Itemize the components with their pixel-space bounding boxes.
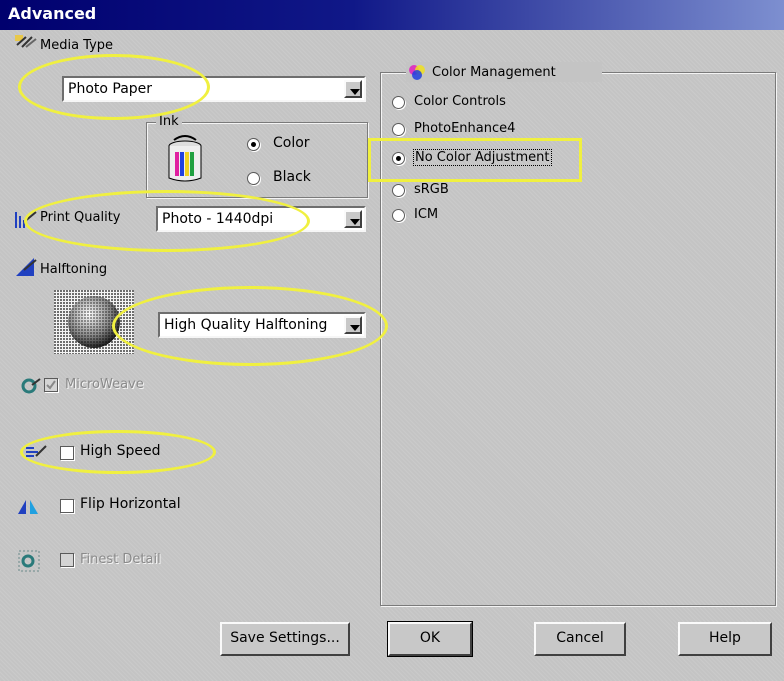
radio-color-controls[interactable] (392, 96, 405, 109)
ink-cartridge-icon (166, 132, 204, 184)
ink-group-label: Ink (156, 114, 182, 129)
halftoning-label: Halftoning (40, 262, 108, 277)
color-management-header: Color Management (406, 62, 602, 82)
icm-label[interactable]: ICM (414, 207, 438, 222)
ok-button[interactable]: OK (387, 621, 473, 657)
microweave-checkbox[interactable] (44, 378, 58, 392)
ink-black-label[interactable]: Black (273, 169, 311, 185)
cancel-button[interactable]: Cancel (534, 622, 626, 656)
halftoning-highlight (112, 286, 388, 366)
title-bar[interactable]: Advanced (0, 0, 784, 30)
finest-detail-checkbox[interactable] (60, 553, 74, 567)
high-speed-highlight (20, 430, 216, 474)
print-quality-highlight (24, 190, 310, 252)
save-settings-button[interactable]: Save Settings... (220, 622, 350, 656)
window-title: Advanced (8, 4, 97, 23)
microweave-label: MicroWeave (65, 377, 144, 392)
ink-color-radio[interactable] (247, 138, 260, 151)
ink-color-label[interactable]: Color (273, 135, 310, 151)
color-wheel-icon (408, 63, 426, 81)
photoenhance4-label[interactable]: PhotoEnhance4 (414, 121, 515, 136)
media-type-highlight (18, 54, 210, 120)
radio-srgb[interactable] (392, 184, 405, 197)
radio-photoenhance4[interactable] (392, 123, 405, 136)
flip-horizontal-icon (16, 496, 38, 518)
flip-horizontal-checkbox[interactable] (60, 499, 74, 513)
color-controls-label[interactable]: Color Controls (414, 94, 506, 109)
finest-detail-icon (18, 550, 40, 572)
finest-detail-label: Finest Detail (80, 552, 161, 567)
radio-icm[interactable] (392, 209, 405, 222)
media-type-icon (14, 33, 37, 55)
chevron-down-icon[interactable] (344, 210, 362, 228)
help-button[interactable]: Help (678, 622, 772, 656)
chevron-down-icon[interactable] (344, 80, 362, 98)
halftoning-icon (14, 256, 37, 278)
media-type-label: Media Type (40, 38, 114, 53)
no-color-adjustment-highlight (368, 138, 582, 182)
color-management-label: Color Management (432, 65, 556, 80)
flip-horizontal-label[interactable]: Flip Horizontal (80, 496, 181, 512)
microweave-icon (20, 375, 42, 397)
ink-black-radio[interactable] (247, 172, 260, 185)
srgb-label[interactable]: sRGB (414, 182, 449, 197)
